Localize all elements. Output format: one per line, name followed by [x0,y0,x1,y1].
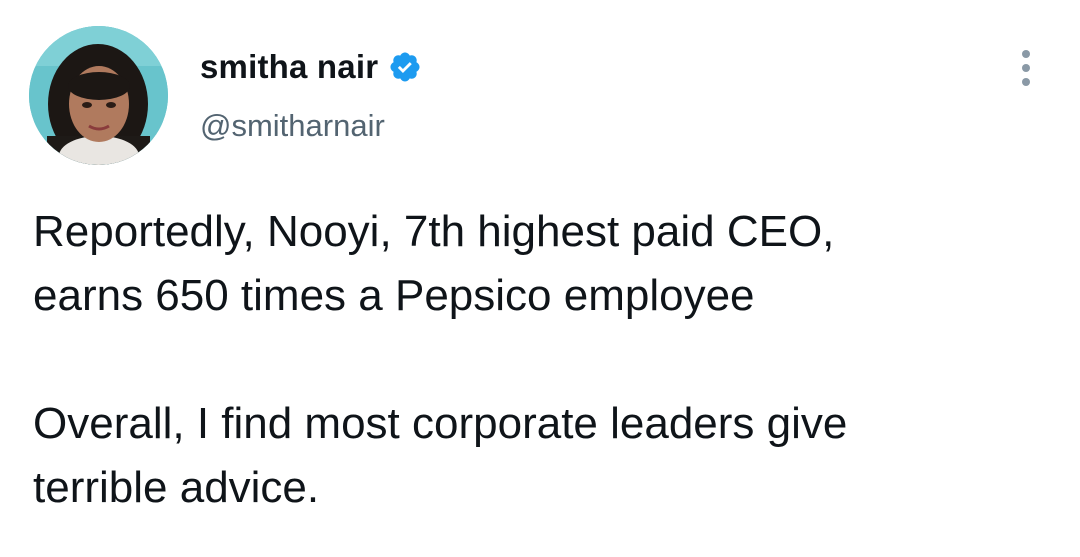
more-options-icon[interactable] [1016,48,1036,88]
tweet-text: Reportedly, Nooyi, 7th highest paid CEO,… [33,200,1053,520]
avatar-photo-icon [29,26,168,165]
tweet-card: smitha nair @smitharnair Reportedly, Noo… [0,0,1080,557]
tweet-text-line: earns 650 times a Pepsico employee [33,271,755,320]
author-display-name[interactable]: smitha nair [200,48,378,86]
author-avatar[interactable] [29,26,168,165]
author-handle[interactable]: @smitharnair [200,108,385,144]
verified-badge-icon [388,50,422,84]
author-name-row: smitha nair [200,45,422,89]
tweet-text-line: Reportedly, Nooyi, 7th highest paid CEO, [33,207,835,256]
tweet-text-line: terrible advice. [33,463,320,512]
tweet-text-line: Overall, I find most corporate leaders g… [33,399,848,448]
